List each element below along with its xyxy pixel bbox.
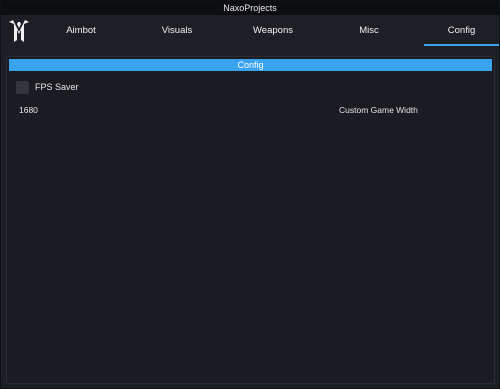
- tab-label: Visuals: [161, 25, 193, 36]
- tab-config[interactable]: Config: [424, 15, 499, 47]
- fps-saver-checkbox[interactable]: [16, 80, 29, 94]
- section-header: Config: [9, 59, 492, 71]
- tab-weapons[interactable]: Weapons: [235, 15, 311, 47]
- tab-label: Aimbot: [66, 25, 96, 36]
- tab-label: Misc: [359, 25, 379, 36]
- custom-game-width-label: Custom Game Width: [339, 105, 418, 115]
- window-title: NaxoProjects: [223, 3, 277, 13]
- fps-saver-toggle[interactable]: FPS Saver: [16, 80, 79, 94]
- fps-saver-label: FPS Saver: [35, 82, 79, 92]
- window-titlebar[interactable]: NaxoProjects: [1, 1, 499, 15]
- tab-bar: Aimbot Visuals Weapons Misc Config: [1, 15, 499, 47]
- app-window: NaxoProjects Aimbot Visuals Weapons Misc…: [0, 0, 500, 389]
- tab-label: Config: [447, 25, 476, 36]
- custom-game-width-row: 1680 Custom Game Width: [19, 104, 489, 116]
- naxo-logo-icon: [9, 20, 29, 42]
- tab-label: Weapons: [253, 25, 293, 36]
- tab-visuals[interactable]: Visuals: [139, 15, 215, 47]
- tab-aimbot[interactable]: Aimbot: [43, 15, 119, 47]
- config-panel: Config FPS Saver 1680 Custom Game Width: [6, 56, 495, 384]
- custom-game-width-input[interactable]: 1680: [19, 104, 319, 116]
- tab-misc[interactable]: Misc: [331, 15, 407, 47]
